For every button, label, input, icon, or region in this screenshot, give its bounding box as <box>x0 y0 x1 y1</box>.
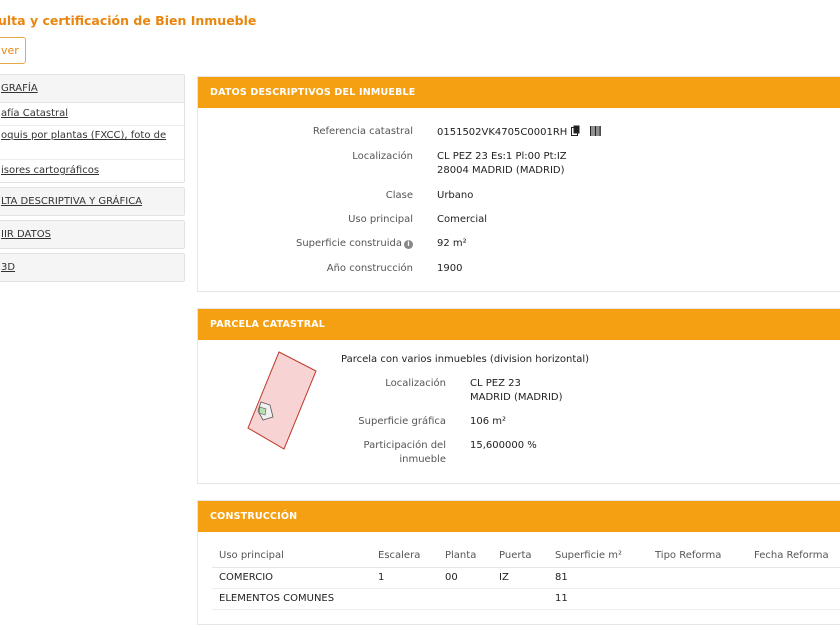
sidebar: GRAFÍA afía Catastral oquis por plantas … <box>0 74 185 286</box>
ref-label: Referencia catastral <box>312 126 413 137</box>
sup-label: Superficie construida i <box>230 237 413 251</box>
construccion-table: Uso principal Escalera Planta Puerta Sup… <box>212 545 840 610</box>
page-title: ulta y certificación de Bien Inmueble <box>0 13 257 28</box>
table-cell <box>371 588 438 610</box>
table-row: ELEMENTOS COMUNES 11 <box>212 588 840 610</box>
table-cell <box>648 567 747 589</box>
col-superficie: Superficie m² <box>548 545 648 568</box>
col-puerta: Puerta <box>492 545 548 568</box>
col-uso: Uso principal <box>212 545 371 568</box>
table-cell <box>747 567 840 589</box>
parcela-sup-label: Superficie gráfica <box>358 416 446 427</box>
clase-label: Clase <box>385 190 413 201</box>
sidebar-panel-3d: 3D <box>0 253 185 282</box>
parcela-loc-label: Localización <box>385 378 446 389</box>
sidebar-link-cartografia-catastral[interactable]: afía Catastral <box>0 103 184 126</box>
sidebar-link-visores[interactable]: isores cartográficos <box>0 160 184 182</box>
table-header-row: Uso principal Escalera Planta Puerta Sup… <box>212 545 840 568</box>
table-cell: IZ <box>492 567 548 589</box>
table-row: COMERCIO 1 00 IZ 81 <box>212 567 840 589</box>
col-escalera: Escalera <box>371 545 438 568</box>
parcela-loc-line2: MADRID (MADRID) <box>470 392 563 403</box>
uso-label: Uso principal <box>348 214 413 225</box>
datos-descriptivos-card: DATOS DESCRIPTIVOS DEL INMUEBLE <box>197 76 840 292</box>
table-cell: ELEMENTOS COMUNES <box>212 588 371 610</box>
table-cell: COMERCIO <box>212 567 371 589</box>
ref-value: 0151502VK4705C0001RH <box>437 125 602 140</box>
clase-value: Urbano <box>437 190 474 201</box>
parcela-sup-value: 106 m² <box>470 416 507 427</box>
parcel-map[interactable] <box>246 351 318 454</box>
loc-line2: 28004 MADRID (MADRID) <box>437 165 565 176</box>
table-cell: 11 <box>548 588 648 610</box>
sidebar-panel-cartografia: GRAFÍA afía Catastral oquis por plantas … <box>0 74 185 183</box>
back-button[interactable]: ver <box>0 37 26 64</box>
sup-label-text: Superficie construida <box>296 238 402 249</box>
sidebar-item-3d[interactable]: 3D <box>0 254 184 281</box>
table-cell <box>747 588 840 610</box>
parcela-header: PARCELA CATASTRAL <box>198 309 840 340</box>
parcela-part-label-2: inmueble <box>399 454 446 465</box>
sidebar-link-croquis[interactable]: oquis por plantas (FXCC), foto de <box>0 126 184 160</box>
info-icon[interactable]: i <box>404 240 413 249</box>
anio-label: Año construcción <box>326 263 413 274</box>
anio-value: 1900 <box>437 263 463 274</box>
datos-descriptivos-header: DATOS DESCRIPTIVOS DEL INMUEBLE <box>198 77 840 108</box>
table-cell: 81 <box>548 567 648 589</box>
parcela-part-label-1: Participación del <box>363 440 446 451</box>
table-cell <box>438 588 492 610</box>
loc-label: Localización <box>352 151 413 162</box>
copy-icon[interactable] <box>571 125 580 136</box>
construccion-header: CONSTRUCCIÓN <box>198 501 840 532</box>
col-fecha-reforma: Fecha Reforma <box>747 545 840 568</box>
sidebar-item-consulta[interactable]: LTA DESCRIPTIVA Y GRÁFICA <box>0 188 184 215</box>
barcode-icon[interactable] <box>590 126 602 136</box>
col-planta: Planta <box>438 545 492 568</box>
parcela-part-label: Participación del inmueble <box>330 439 446 467</box>
sidebar-panel-imprimir: IIR DATOS <box>0 220 185 249</box>
sidebar-link-croquis-label: oquis por plantas (FXCC), foto de <box>1 130 167 141</box>
sidebar-panel-consulta: LTA DESCRIPTIVA Y GRÁFICA <box>0 187 185 216</box>
col-tipo-reforma: Tipo Reforma <box>648 545 747 568</box>
table-cell <box>648 588 747 610</box>
loc-line1: CL PEZ 23 Es:1 Pl:00 Pt:IZ <box>437 151 567 162</box>
sidebar-submenu: afía Catastral oquis por plantas (FXCC),… <box>0 102 184 182</box>
ref-value-text: 0151502VK4705C0001RH <box>437 127 568 138</box>
sidebar-item-cartografia[interactable]: GRAFÍA <box>0 75 184 102</box>
sup-value: 92 m² <box>437 238 467 249</box>
uso-value: Comercial <box>437 214 488 225</box>
table-cell: 1 <box>371 567 438 589</box>
parcela-part-value: 15,600000 % <box>470 440 537 451</box>
table-cell <box>492 588 548 610</box>
table-cell: 00 <box>438 567 492 589</box>
parcela-loc-line1: CL PEZ 23 <box>470 378 521 389</box>
parcela-desc: Parcela con varios inmuebles (division h… <box>341 354 590 365</box>
sidebar-item-imprimir[interactable]: IIR DATOS <box>0 221 184 248</box>
